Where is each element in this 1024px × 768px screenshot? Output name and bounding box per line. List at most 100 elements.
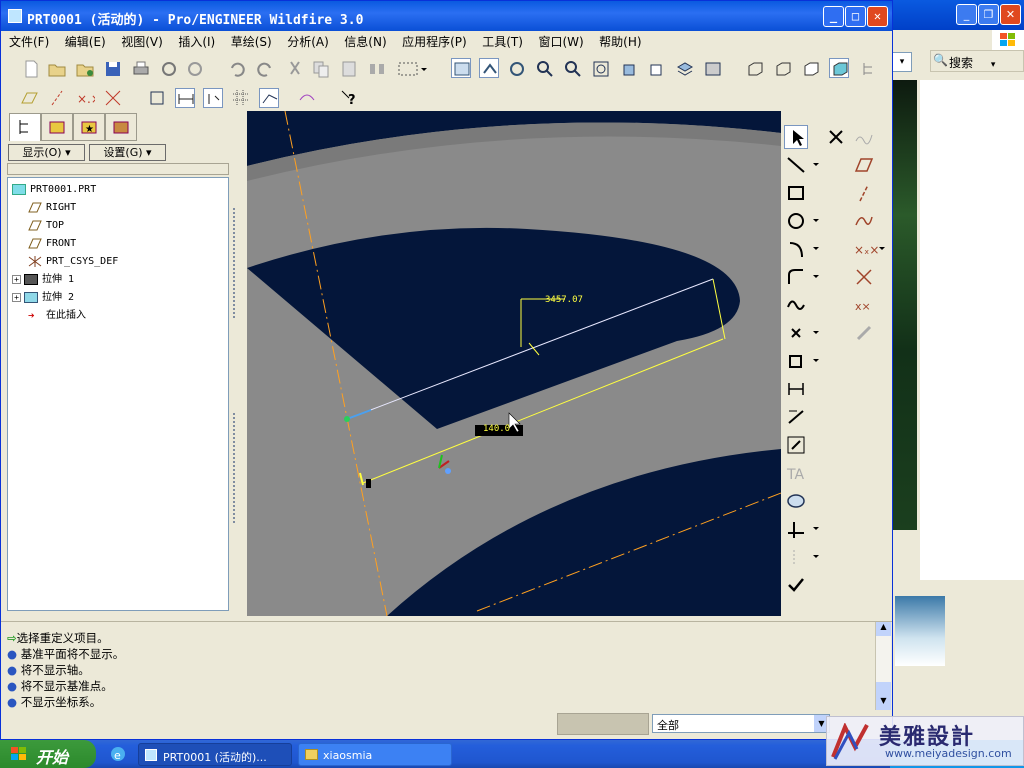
splitter-grip[interactable] xyxy=(233,208,237,318)
saved-views-icon[interactable] xyxy=(647,59,667,79)
undo-icon[interactable] xyxy=(227,59,247,79)
menu-info[interactable]: 信息(N) xyxy=(344,33,386,50)
spin-center-icon[interactable] xyxy=(479,58,499,78)
tree-node-part[interactable]: PRT0001.PRT xyxy=(12,182,96,198)
no-hidden-icon[interactable] xyxy=(801,59,821,79)
cut-icon[interactable] xyxy=(285,59,305,79)
chain-link-icon[interactable] xyxy=(854,323,874,343)
tab-connections[interactable] xyxy=(105,113,137,141)
close-button[interactable]: ✕ xyxy=(867,6,888,27)
filter-select[interactable]: 全部 ▼ xyxy=(652,714,830,733)
context-help-icon[interactable]: ? xyxy=(339,88,359,108)
scroll-down-icon[interactable]: ▼ xyxy=(876,696,891,710)
tree-node-extrude-1[interactable]: + 拉伸 1 xyxy=(12,272,74,288)
close-icon[interactable] xyxy=(826,127,846,147)
save-icon[interactable] xyxy=(103,59,123,79)
copy-icon[interactable] xyxy=(311,59,331,79)
scroll-thumb[interactable] xyxy=(876,682,891,696)
menu-view[interactable]: 视图(V) xyxy=(121,33,163,50)
email-link-icon[interactable] xyxy=(185,59,205,79)
rectangle-tool-icon[interactable] xyxy=(786,183,806,203)
wireframe-icon[interactable] xyxy=(745,59,765,79)
dimension-length[interactable]: 3457.07 xyxy=(545,295,583,305)
tree-node-top[interactable]: TOP xyxy=(28,218,64,234)
fillet-tool-icon[interactable] xyxy=(786,267,820,287)
plane-tool-icon[interactable] xyxy=(854,155,874,175)
hidden-line-icon[interactable] xyxy=(773,59,793,79)
trim-tool-icon[interactable] xyxy=(786,519,820,539)
close-icon[interactable]: ✕ xyxy=(1000,4,1021,25)
dropdown-icon[interactable]: ▾ xyxy=(892,52,912,72)
refit-icon[interactable] xyxy=(591,59,611,79)
maximize-button[interactable]: □ xyxy=(845,6,866,27)
zoom-in-icon[interactable] xyxy=(535,59,555,79)
shading-icon[interactable] xyxy=(829,58,849,78)
dimension-tool-icon[interactable] xyxy=(786,379,806,399)
feature-icon[interactable] xyxy=(147,88,167,108)
minimize-button[interactable]: _ xyxy=(823,6,844,27)
tree-node-front[interactable]: FRONT xyxy=(28,236,76,252)
tab-favorites[interactable]: ★ xyxy=(73,113,105,141)
menu-insert[interactable]: 插入(I) xyxy=(178,33,215,50)
ie-quicklaunch-icon[interactable]: e xyxy=(108,744,128,764)
print-icon[interactable] xyxy=(131,59,151,79)
line-tool-icon[interactable] xyxy=(786,155,820,175)
datum-plane-icon[interactable] xyxy=(19,88,39,108)
email-icon[interactable] xyxy=(159,59,179,79)
tree-node-csys[interactable]: PRT_CSYS_DEF xyxy=(28,254,118,270)
new-file-icon[interactable] xyxy=(21,59,41,79)
datum-axis-icon[interactable] xyxy=(47,88,67,108)
chevron-down-icon[interactable]: ▾ xyxy=(991,60,996,70)
curve-tool-icon[interactable] xyxy=(854,211,874,231)
menu-help[interactable]: 帮助(H) xyxy=(599,33,641,50)
zoom-out-icon[interactable] xyxy=(563,59,583,79)
paste-icon[interactable] xyxy=(339,59,359,79)
coordinate-system-icon[interactable] xyxy=(103,88,123,108)
menu-window[interactable]: 窗口(W) xyxy=(538,33,583,50)
mirror-tool-icon[interactable] xyxy=(786,547,820,567)
view-manager-icon[interactable] xyxy=(703,59,723,79)
splitter-grip[interactable] xyxy=(233,413,237,523)
modify-tool-icon[interactable] xyxy=(786,407,806,427)
tree-node-right[interactable]: RIGHT xyxy=(28,200,76,216)
expand-icon[interactable]: + xyxy=(12,293,21,302)
point-sketch-icon[interactable] xyxy=(786,323,820,343)
menu-analysis[interactable]: 分析(A) xyxy=(287,33,329,50)
select-box-icon[interactable] xyxy=(397,59,427,79)
dimension-edit-field[interactable]: 140.0 xyxy=(483,424,510,434)
csys-tool-icon[interactable] xyxy=(854,267,874,287)
message-scrollbar[interactable]: ▲ ▼ xyxy=(875,622,891,710)
show-dropdown[interactable]: 显示(O) ▾ xyxy=(8,144,85,161)
dimension-display-icon[interactable] xyxy=(175,88,195,108)
grid-display-icon[interactable] xyxy=(231,88,251,108)
layers-icon[interactable] xyxy=(675,59,695,79)
vertex-display-icon[interactable] xyxy=(259,88,279,108)
scroll-up-icon[interactable]: ▲ xyxy=(876,622,891,636)
datum-point-icon[interactable]: ×.× xyxy=(75,88,101,108)
menu-sketch[interactable]: 草绘(S) xyxy=(231,33,272,50)
constraint-display-icon[interactable] xyxy=(203,88,223,108)
regenerate-icon[interactable] xyxy=(367,59,387,79)
tab-model-tree[interactable] xyxy=(9,113,41,141)
tree-node-insert-here[interactable]: ➔ 在此插入 xyxy=(28,308,86,324)
palette-tool-icon[interactable] xyxy=(786,491,806,511)
settings-dropdown[interactable]: 设置(G) ▾ xyxy=(89,144,166,161)
taskbar-item-proe[interactable]: PRT0001 (活动的)... xyxy=(138,743,292,766)
edge-offset-icon[interactable] xyxy=(854,127,874,147)
open-file-icon[interactable] xyxy=(47,59,67,79)
spline-tool-icon[interactable] xyxy=(786,295,806,315)
axis-tool-icon[interactable] xyxy=(854,183,874,203)
search-button[interactable]: 🔍 搜索 ▾ xyxy=(930,50,1024,72)
point-tool-icon[interactable]: ×ₓ× xyxy=(854,239,886,259)
use-edge-icon[interactable] xyxy=(786,351,820,371)
restore-icon[interactable]: ❐ xyxy=(978,4,999,25)
datum-display-icon[interactable] xyxy=(451,58,471,78)
menu-file[interactable]: 文件(F) xyxy=(9,33,49,50)
redo-icon[interactable] xyxy=(255,59,275,79)
constraint-tool-icon[interactable] xyxy=(786,435,806,455)
taskbar-item-folder[interactable]: xiaosmia xyxy=(298,743,452,766)
model-tree-icon[interactable] xyxy=(859,59,879,79)
menu-edit[interactable]: 编辑(E) xyxy=(65,33,106,50)
panel-splitter[interactable] xyxy=(230,113,246,613)
tab-folder-browser[interactable] xyxy=(41,113,73,141)
